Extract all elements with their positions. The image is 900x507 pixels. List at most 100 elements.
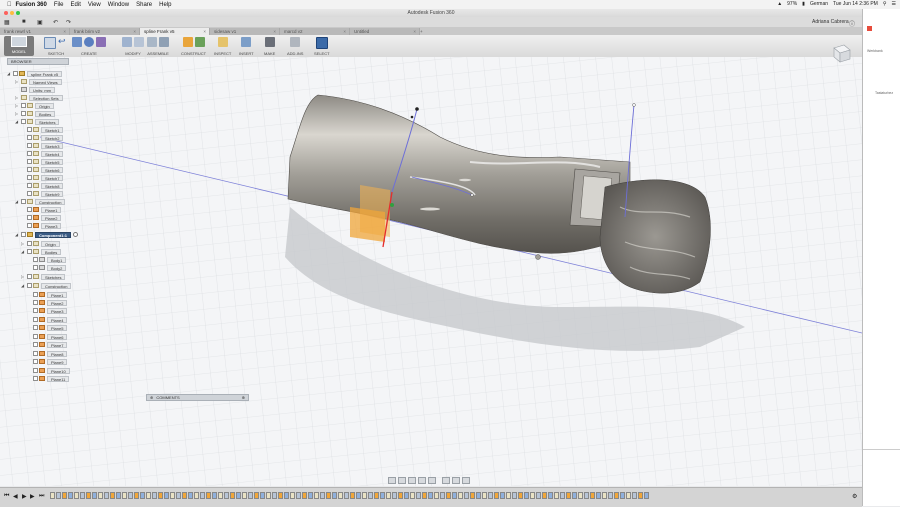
timeline-feature[interactable] <box>362 492 367 499</box>
timeline-feature[interactable] <box>464 492 469 499</box>
timeline-feature[interactable] <box>536 492 541 499</box>
axis-icon[interactable] <box>194 37 205 47</box>
comp-plane-item[interactable]: Plane4 <box>33 316 68 323</box>
view-cube[interactable] <box>830 42 852 64</box>
tab-frank-brim[interactable]: frank brim v2 × <box>70 28 140 35</box>
browser-item-bodies[interactable]: ▷ Bodies <box>15 110 56 117</box>
timeline-feature[interactable] <box>374 492 379 499</box>
timeline-feature[interactable] <box>356 492 361 499</box>
timeline-feature[interactable] <box>518 492 523 499</box>
comp-plane-item[interactable]: Plane6 <box>33 333 68 340</box>
timeline-feature[interactable] <box>542 492 547 499</box>
battery-percent[interactable]: 97% <box>787 1 797 7</box>
timeline-feature[interactable] <box>596 492 601 499</box>
timeline-feature[interactable] <box>314 492 319 499</box>
timeline-feature[interactable] <box>206 492 211 499</box>
pan-icon[interactable] <box>408 477 416 484</box>
clock[interactable]: Tue Jun 14 2:36 PM <box>833 1 878 7</box>
go-to-end-icon[interactable]: ⏭ <box>39 493 44 500</box>
select-arrow-icon[interactable] <box>315 37 328 49</box>
timeline-feature[interactable] <box>296 492 301 499</box>
timeline-feature[interactable] <box>278 492 283 499</box>
inspect-menu[interactable]: INSPECT <box>214 51 231 56</box>
timeline-feature[interactable] <box>566 492 571 499</box>
timeline-feature[interactable] <box>644 492 649 499</box>
timeline-feature[interactable] <box>632 492 637 499</box>
timeline-feature[interactable] <box>128 492 133 499</box>
comp-plane-item[interactable]: Plane11 <box>33 375 70 382</box>
viewports-icon[interactable] <box>462 477 470 484</box>
timeline-feature[interactable] <box>530 492 535 499</box>
sketch-item[interactable]: Sketch9 <box>27 190 64 197</box>
timeline-feature[interactable] <box>578 492 583 499</box>
timeline-feature[interactable] <box>164 492 169 499</box>
tab-spline-frank[interactable]: spline Frank v5 × <box>140 28 210 35</box>
3d-print-icon[interactable] <box>264 37 275 47</box>
menu-share[interactable]: Share <box>136 2 152 8</box>
browser-item-comp-sketches[interactable]: ▷ Sketches <box>21 273 66 280</box>
body-item[interactable]: Body1 <box>33 256 67 263</box>
visibility-toggle[interactable] <box>27 183 32 188</box>
close-window-button[interactable] <box>4 11 8 15</box>
timeline-feature[interactable] <box>404 492 409 499</box>
timeline-settings-icon[interactable]: ⚙ <box>852 493 857 500</box>
visibility-toggle[interactable] <box>27 167 32 172</box>
comp-plane-item[interactable]: Plane3 <box>33 307 68 314</box>
menu-help[interactable]: Help <box>159 2 171 8</box>
timeline-feature[interactable] <box>248 492 253 499</box>
timeline-feature[interactable] <box>158 492 163 499</box>
add-comment-icon[interactable]: ⊕ <box>150 395 153 400</box>
timeline-feature[interactable] <box>308 492 313 499</box>
insert-menu[interactable]: INSERT <box>239 51 254 56</box>
save-icon[interactable]: ▣ <box>37 19 43 26</box>
timeline-feature[interactable] <box>74 492 79 499</box>
apple-icon[interactable]:  <box>7 2 12 8</box>
comp-plane-item[interactable]: Plane10 <box>33 367 70 374</box>
undo-icon[interactable]: ↶ <box>53 19 58 26</box>
play-icon[interactable]: ▶ <box>22 493 27 500</box>
plane-item[interactable]: Plane3 <box>27 222 62 229</box>
sketch-item[interactable]: Sketch4 <box>27 150 64 157</box>
timeline-feature[interactable] <box>626 492 631 499</box>
visibility-toggle[interactable] <box>21 103 26 108</box>
comp-plane-item[interactable]: Plane7 <box>33 341 68 348</box>
visibility-toggle[interactable] <box>27 215 32 220</box>
construction-plane[interactable] <box>350 207 385 242</box>
timeline-feature[interactable] <box>512 492 517 499</box>
comp-plane-item[interactable]: Plane2 <box>33 299 68 306</box>
app-menu[interactable]: Fusion 360 <box>16 2 47 8</box>
visibility-toggle[interactable] <box>33 265 38 270</box>
timeline-feature[interactable] <box>110 492 115 499</box>
timeline-feature[interactable] <box>212 492 217 499</box>
box-icon[interactable] <box>96 37 106 47</box>
side-label-tastatur[interactable]: Tastaturbez <box>875 91 893 95</box>
menu-edit[interactable]: Edit <box>71 2 81 8</box>
timeline-feature[interactable] <box>68 492 73 499</box>
visibility-toggle[interactable] <box>27 274 32 279</box>
body-item[interactable]: Body2 <box>33 264 67 271</box>
tab-untitled[interactable]: Untitled × <box>350 28 420 35</box>
fit-icon[interactable] <box>428 477 436 484</box>
visibility-toggle[interactable] <box>33 300 38 305</box>
minimize-window-button[interactable] <box>10 11 14 15</box>
new-component-icon[interactable] <box>147 37 157 47</box>
pin-icon[interactable]: ⊕ <box>242 395 245 400</box>
timeline-feature[interactable] <box>602 492 607 499</box>
browser-item-comp-origin[interactable]: ▷ Origin <box>21 240 60 247</box>
create-group[interactable]: CREATE <box>72 37 106 56</box>
make-menu[interactable]: MAKE <box>264 51 275 56</box>
timeline-feature[interactable] <box>176 492 181 499</box>
tab-sidesaw[interactable]: sidesaw v1 × <box>210 28 280 35</box>
timeline-feature[interactable] <box>182 492 187 499</box>
offset-plane-icon[interactable] <box>182 37 193 47</box>
zoom-window-button[interactable] <box>16 11 20 15</box>
select-group[interactable]: SELECT <box>314 37 330 56</box>
visibility-toggle[interactable] <box>33 351 38 356</box>
fillet-icon[interactable] <box>134 37 144 47</box>
timeline-feature[interactable] <box>524 492 529 499</box>
timeline-feature[interactable] <box>416 492 421 499</box>
workspace-switcher[interactable]: MODEL <box>4 36 34 56</box>
timeline-feature[interactable] <box>326 492 331 499</box>
timeline-feature[interactable] <box>194 492 199 499</box>
visibility-toggle[interactable] <box>21 199 26 204</box>
